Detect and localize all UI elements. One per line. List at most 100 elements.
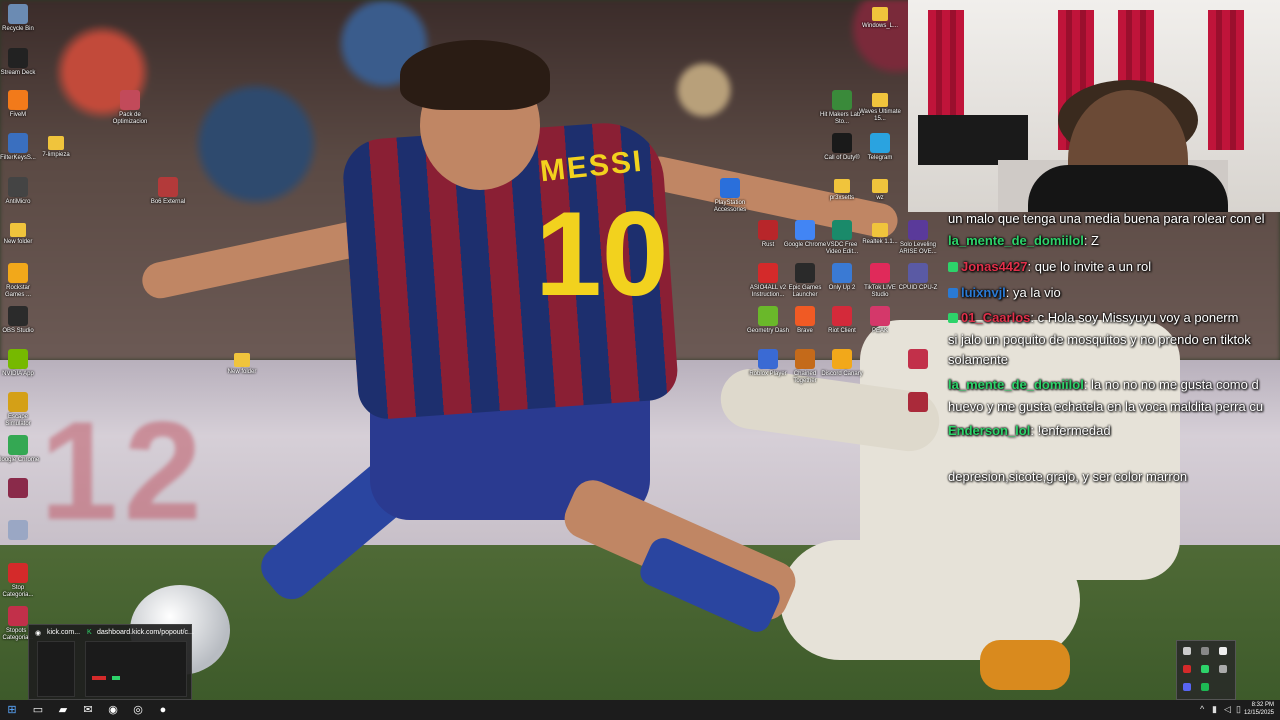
desktop-shortcut[interactable]: Waves Ultimate 15... xyxy=(858,90,902,123)
desktop-shortcut-label: 7-limpieza xyxy=(42,152,70,158)
desktop-shortcut[interactable]: AntiMicro xyxy=(0,177,40,206)
taskbar-preview[interactable]: ◉ kick.com... K dashboard.kick.com/popou… xyxy=(28,624,194,700)
desktop-shortcut[interactable]: Escape Simulator xyxy=(0,392,40,428)
battery-icon[interactable]: ▯ xyxy=(1236,704,1241,715)
obs-icon xyxy=(8,306,28,326)
desktop-shortcut[interactable]: Pack de Optimizacion xyxy=(108,90,152,126)
preview-thumbnail[interactable] xyxy=(37,641,75,697)
tray-app-icon[interactable] xyxy=(1183,665,1191,673)
chat-username[interactable]: Enderson_lol xyxy=(948,423,1030,438)
desktop-shortcut-label: Stream Deck xyxy=(0,70,36,76)
tray-app-icon[interactable] xyxy=(1219,647,1227,655)
chat-message: si jalo un poquito de mosquitos y no pre… xyxy=(948,331,1251,349)
folder-icon xyxy=(872,7,888,21)
chat-badge-icon xyxy=(948,288,958,298)
fivem-icon xyxy=(8,90,28,110)
tray-app-icon[interactable] xyxy=(1183,647,1191,655)
game-icon xyxy=(832,263,852,283)
chat-username[interactable]: luixnvjl xyxy=(961,285,1006,300)
desktop-shortcut[interactable]: CPUID CPU-Z xyxy=(896,263,940,292)
folder-icon xyxy=(834,179,850,193)
desktop-shortcut[interactable] xyxy=(0,478,40,500)
chevron-up-icon[interactable]: ^ xyxy=(1200,704,1204,714)
desktop-shortcut[interactable]: PlayStation Accessories xyxy=(708,178,752,214)
app-icon xyxy=(8,133,28,153)
chat-username[interactable]: 01_Caarlos xyxy=(961,310,1030,325)
nvidia-icon xyxy=(8,349,28,369)
desktop-shortcut[interactable]: Stream Deck xyxy=(0,48,40,77)
app-icon xyxy=(832,90,852,110)
taskbar-clock[interactable]: 8:32 PM 12/15/2025 xyxy=(1244,701,1274,717)
taskbar: ⊞ ▭ ▰ ✉ ◉ ◎ ● ^ ▮ ◁ ▯ 8:32 PM 12/15/2025 xyxy=(0,700,1280,720)
game-icon xyxy=(908,220,928,240)
chat-message: la_mente_de_domiilol: Z xyxy=(948,232,1099,250)
banner-number: 12 xyxy=(40,392,208,549)
desktop-shortcut[interactable]: wz xyxy=(858,176,902,202)
chat-username[interactable]: la_mente_de_domiilol xyxy=(948,377,1084,392)
preview-thumbnail[interactable] xyxy=(85,641,187,697)
desktop-shortcut[interactable]: NVIDIA App xyxy=(0,349,40,378)
chat-username[interactable]: la_mente_de_domiilol xyxy=(948,233,1084,248)
desktop-shortcut-label: FiveM xyxy=(9,112,27,118)
tiktok-icon xyxy=(870,263,890,283)
rockstar-icon xyxy=(8,263,28,283)
chrome-icon[interactable]: ◉ xyxy=(105,702,121,718)
spotify-icon[interactable]: ● xyxy=(155,702,171,718)
folder-icon xyxy=(872,93,888,107)
volume-icon[interactable]: ◁ xyxy=(1224,704,1231,715)
file-explorer-icon[interactable]: ▰ xyxy=(55,702,71,718)
tray-app-icon[interactable] xyxy=(1201,683,1209,691)
desktop-shortcut[interactable]: Solo Leveling ARISE OVE... xyxy=(896,220,940,256)
desktop-shortcut[interactable]: New folder xyxy=(220,350,264,376)
desktop-shortcut-label: Bo6 External xyxy=(150,199,186,205)
game-icon xyxy=(8,478,28,498)
obs-icon[interactable]: ◎ xyxy=(130,702,146,718)
desktop-shortcut[interactable]: 7-limpieza xyxy=(34,133,78,159)
preview-chrome-icon: ◉ xyxy=(35,630,42,637)
preview-tab-title[interactable]: dashboard.kick.com/popout/c... xyxy=(97,629,194,636)
tray-app-icon[interactable] xyxy=(1201,665,1209,673)
webcam-overlay xyxy=(908,0,1280,212)
tray-app-icon[interactable] xyxy=(1183,683,1191,691)
desktop-shortcut[interactable]: New folder xyxy=(0,220,40,246)
desktop-shortcut[interactable]: Google Chrome xyxy=(0,435,40,464)
desktop-shortcut[interactable]: Stop Categoria... xyxy=(0,563,40,599)
network-icon[interactable]: ▮ xyxy=(1212,704,1217,715)
desktop-shortcut[interactable]: Rockstar Games ... xyxy=(0,263,40,299)
desktop-shortcut[interactable]: FiveM xyxy=(0,90,40,119)
desktop-shortcut-label: PlayStation Accessories xyxy=(713,200,747,213)
desktop-shortcut[interactable]: Telegram xyxy=(858,133,902,162)
desktop-shortcut[interactable]: Bo6 External xyxy=(146,177,190,206)
desktop-shortcut[interactable]: Discord Canary xyxy=(820,349,864,378)
desktop-shortcut[interactable] xyxy=(896,392,940,414)
geometry-dash-icon xyxy=(758,306,778,326)
desktop-shortcut-label: Waves Ultimate 15... xyxy=(859,109,901,122)
app-icon xyxy=(8,520,28,540)
desktop-shortcut-label: Telegram xyxy=(867,155,893,161)
desktop-shortcut[interactable]: Recycle Bin xyxy=(0,4,40,33)
desktop-shortcut-label: Windows_L... xyxy=(861,23,898,29)
desktop-shortcut[interactable]: OBS Studio xyxy=(0,306,40,335)
desktop-shortcut[interactable] xyxy=(896,349,940,371)
tray-app-icon[interactable] xyxy=(1201,647,1209,655)
tray-app-icon[interactable] xyxy=(1219,665,1227,673)
chat-text: : que lo invite a un rol xyxy=(1027,259,1152,274)
chat-text: : !enfermedad xyxy=(1030,423,1111,438)
desktop-shortcut[interactable] xyxy=(0,520,40,542)
desktop-shortcut-label: wz xyxy=(876,195,884,201)
desktop-shortcut[interactable]: PEAK xyxy=(858,306,902,335)
windows-start-icon[interactable]: ⊞ xyxy=(4,702,20,718)
roblox-icon xyxy=(758,349,778,369)
desktop-shortcut-label: NVIDIA App xyxy=(2,371,34,377)
desktop-shortcut-label: Recycle Bin xyxy=(2,26,34,32)
folder-icon xyxy=(48,136,64,150)
preview-tab-title[interactable]: kick.com... xyxy=(47,629,80,636)
desktop-shortcut[interactable]: Windows_L... xyxy=(858,4,902,30)
desktop-shortcut-label: Pack de Optimizacion xyxy=(112,112,148,125)
tray-overflow-flyout[interactable] xyxy=(1176,640,1236,700)
chat-username[interactable]: Jonas4427 xyxy=(961,259,1028,274)
desktop-shortcut-label: OBS Studio xyxy=(2,328,34,334)
desktop-icon[interactable]: ▭ xyxy=(30,702,46,718)
mail-icon[interactable]: ✉ xyxy=(80,702,96,718)
stop-icon xyxy=(8,563,28,583)
